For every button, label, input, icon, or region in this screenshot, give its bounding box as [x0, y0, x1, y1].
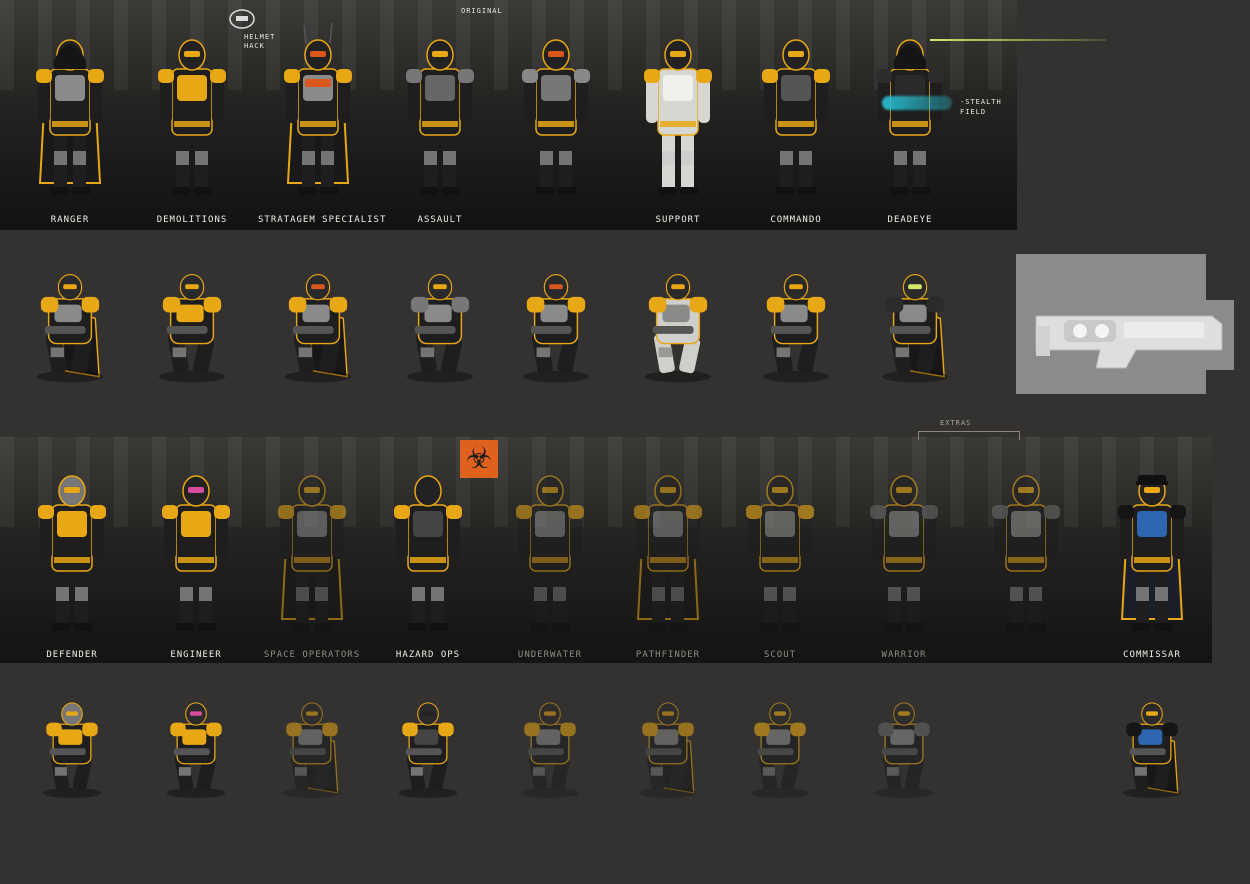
label-demolitions: DEMOLITIONS — [156, 215, 228, 225]
label-pathfinder: PATHFINDER — [635, 650, 701, 660]
character-defender-crouch — [30, 690, 114, 840]
character-assault-front — [400, 8, 480, 213]
label-scout: SCOUT — [763, 650, 797, 660]
helmet-hack-sketch — [227, 8, 257, 30]
character-demolitions-crouch — [150, 260, 234, 430]
character-pathfinder-crouch — [626, 690, 710, 840]
character-engineer-crouch — [154, 690, 238, 840]
character-space-operators-crouch — [270, 690, 354, 840]
character-ranger-crouch — [28, 260, 112, 430]
character-commissar-front — [1112, 444, 1192, 649]
character-underwater-crouch — [508, 690, 592, 840]
label-hazard-ops: HAZARD OPS — [395, 650, 461, 660]
label-underwater: UNDERWATER — [517, 650, 583, 660]
character-support-crouch — [636, 260, 720, 430]
character-support-front — [638, 8, 718, 213]
character-warrior-front — [864, 444, 944, 649]
laser-sight-line — [930, 39, 1106, 41]
concept-sheet: RANGER DEMOLITIONS STRATAGEM SPECIALIST ASS… — [0, 0, 1250, 884]
character-unlabeled-front — [516, 8, 596, 213]
character-hazard-ops-front — [388, 444, 468, 649]
character-scout-crouch — [738, 690, 822, 840]
character-underwater-front — [510, 444, 590, 649]
character-pathfinder-front — [628, 444, 708, 649]
character-stratagem-specialist-front — [278, 8, 358, 213]
note-original: ORIGINAL — [461, 7, 503, 15]
note-helmet-hack: HELMET HACK — [244, 33, 276, 50]
character-assault-crouch — [398, 260, 482, 430]
character-hazard-ops-crouch — [386, 690, 470, 840]
label-stratagem-specialist: STRATAGEM SPECIALIST — [258, 215, 387, 225]
character-deadeye-crouch — [873, 260, 957, 430]
character-commando-front — [756, 8, 836, 213]
character-commissar-crouch — [1110, 690, 1194, 840]
label-engineer: ENGINEER — [170, 650, 222, 660]
character-space-operators-front — [272, 444, 352, 649]
label-defender: DEFENDER — [46, 650, 98, 660]
stealth-field-glow — [882, 96, 952, 110]
note-extras: EXTRAS — [940, 419, 972, 427]
character-unlabeled-front — [986, 444, 1066, 649]
label-support: SUPPORT — [655, 215, 701, 225]
label-commissar: COMMISSAR — [1123, 650, 1181, 660]
character-ranger-front — [30, 8, 110, 213]
character-demolitions-front — [152, 8, 232, 213]
label-deadeye: DEADEYE — [887, 215, 933, 225]
label-commando: COMMANDO — [770, 215, 822, 225]
note-stealth-field: -STEALTH FIELD — [960, 98, 1002, 116]
extras-bracket — [918, 431, 1020, 440]
character-stratagem-specialist-crouch — [276, 260, 360, 430]
label-ranger: RANGER — [50, 215, 90, 225]
weapon-render-panel — [1016, 254, 1234, 394]
character-engineer-front — [156, 444, 236, 649]
character-scout-front — [740, 444, 820, 649]
label-space-operators: SPACE OPERATORS — [263, 650, 361, 660]
label-assault: ASSAULT — [417, 215, 463, 225]
character-commando-crouch — [754, 260, 838, 430]
character-unlabeled-crouch — [514, 260, 598, 430]
character-defender-front — [32, 444, 112, 649]
label-warrior: WARRIOR — [881, 650, 927, 660]
character-warrior-crouch — [862, 690, 946, 840]
